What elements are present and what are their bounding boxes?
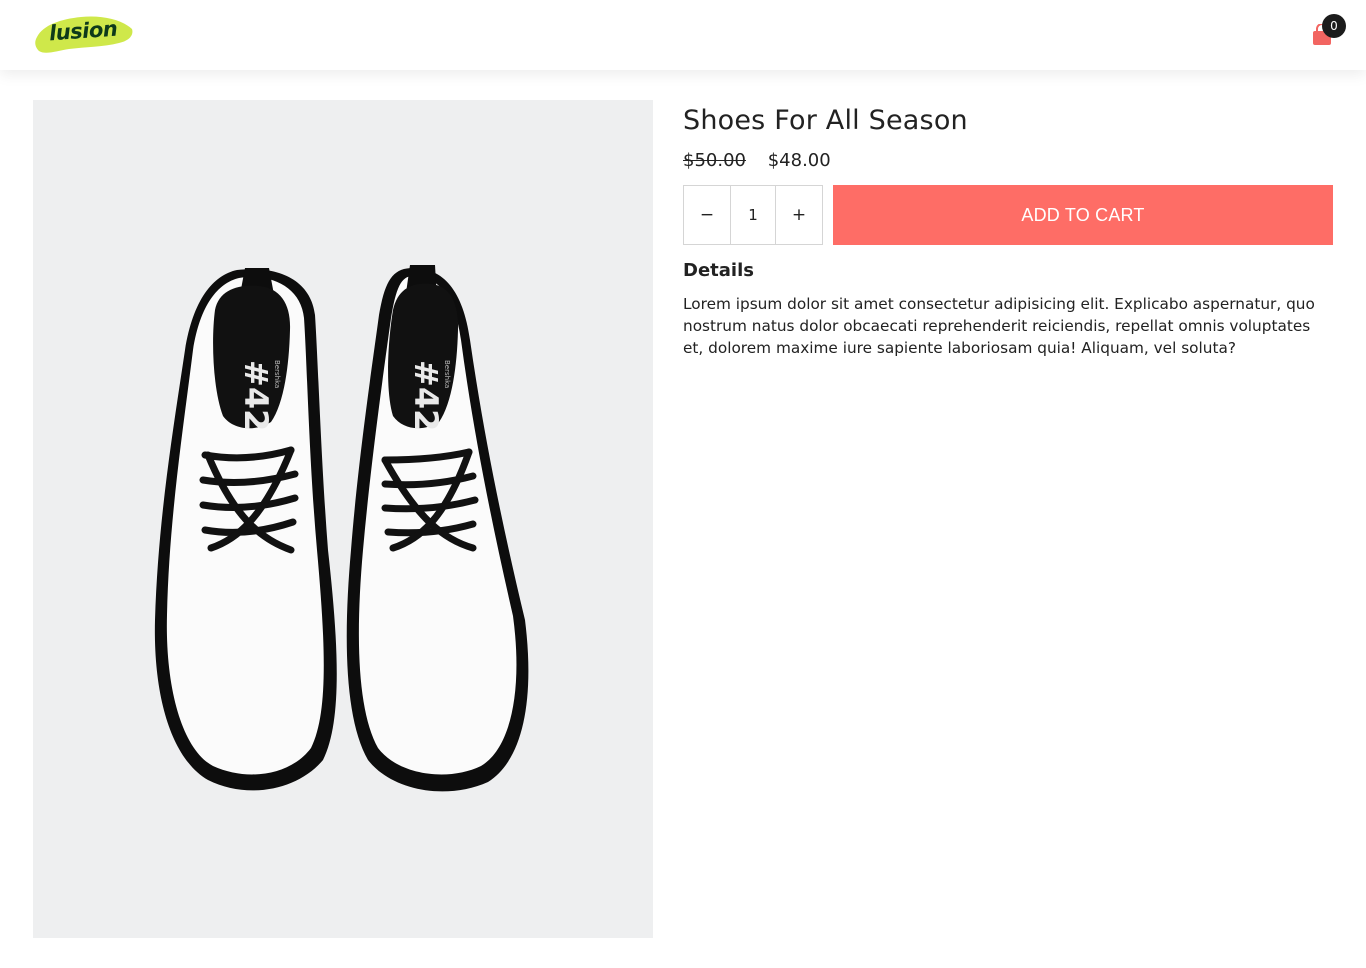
- left-insole-brand: Bershka: [273, 360, 281, 388]
- details-heading: Details: [683, 260, 754, 281]
- current-price: $48.00: [767, 150, 831, 171]
- decrease-quantity-button[interactable]: −: [684, 186, 730, 244]
- details-description: Lorem ipsum dolor sit amet consectetur a…: [683, 295, 1315, 357]
- add-to-cart-button[interactable]: ADD TO CART: [833, 185, 1333, 245]
- product-info: Shoes For All Season $50.00 $48.00 − 1 +…: [683, 100, 1333, 357]
- right-insole-size: #42: [407, 360, 445, 431]
- cart-count-badge: 0: [1322, 14, 1346, 38]
- purchase-controls: − 1 + ADD TO CART: [683, 185, 1333, 245]
- logo-text: lusion: [48, 16, 118, 46]
- quantity-value[interactable]: 1: [730, 186, 776, 244]
- left-insole-size: #42: [237, 360, 275, 431]
- cart-button[interactable]: 0: [1308, 14, 1350, 50]
- product-image: #42 Bershka #42 Bershka: [33, 100, 653, 938]
- left-shoe: #42 Bershka: [154, 268, 337, 791]
- increase-quantity-button[interactable]: +: [776, 186, 822, 244]
- right-shoe: #42 Bershka: [346, 265, 529, 792]
- product-title: Shoes For All Season: [683, 105, 968, 136]
- quantity-stepper: − 1 +: [683, 185, 823, 245]
- right-insole-brand: Bershka: [443, 360, 451, 388]
- white-shoes-illustration: #42 Bershka #42 Bershka: [154, 265, 529, 792]
- site-logo[interactable]: lusion: [33, 7, 135, 59]
- site-header: lusion 0: [0, 0, 1366, 70]
- price-row: $50.00 $48.00: [683, 149, 1333, 173]
- old-price: $50.00: [683, 150, 746, 171]
